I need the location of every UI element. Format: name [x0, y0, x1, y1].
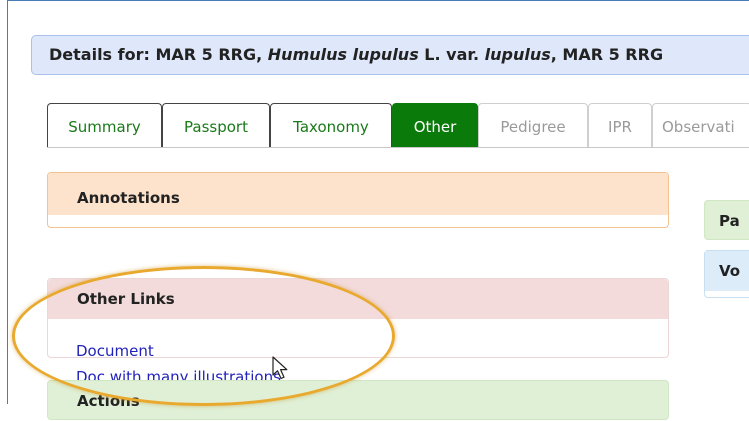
tab-summary[interactable]: Summary — [47, 103, 162, 148]
tab-other[interactable]: Other — [392, 103, 478, 148]
tab-bar-divider — [47, 147, 749, 148]
annotations-panel: Annotations — [47, 172, 669, 228]
right-panel-2-title: Vo — [705, 251, 749, 291]
mouse-pointer-icon — [272, 356, 288, 380]
page-title: Details for: MAR 5 RRG, Humulus lupulus … — [31, 35, 749, 75]
title-prefix: Details for: MAR 5 RRG, — [49, 45, 268, 64]
tab-observations[interactable]: Observati — [652, 103, 749, 148]
window-frame-left — [7, 0, 8, 404]
title-variety: lupulus — [484, 45, 551, 64]
tab-passport[interactable]: Passport — [162, 103, 270, 148]
right-panel-1-title: Pa — [719, 212, 740, 230]
tab-taxonomy[interactable]: Taxonomy — [270, 103, 392, 148]
tab-bar: Summary Passport Taxonomy Other Pedigree… — [47, 103, 749, 148]
tab-ipr[interactable]: IPR — [588, 103, 652, 148]
title-mid: L. var. — [418, 45, 485, 64]
right-panel-1: Pa — [704, 200, 749, 240]
title-species: Humulus lupulus — [267, 45, 419, 64]
highlight-ellipse — [12, 266, 395, 406]
tab-pedigree[interactable]: Pedigree — [478, 103, 588, 148]
annotations-panel-title: Annotations — [48, 173, 668, 215]
window-frame-top — [7, 0, 749, 1]
title-suffix: , MAR 5 RRG — [550, 45, 664, 64]
right-panel-2: Vo — [704, 250, 749, 298]
